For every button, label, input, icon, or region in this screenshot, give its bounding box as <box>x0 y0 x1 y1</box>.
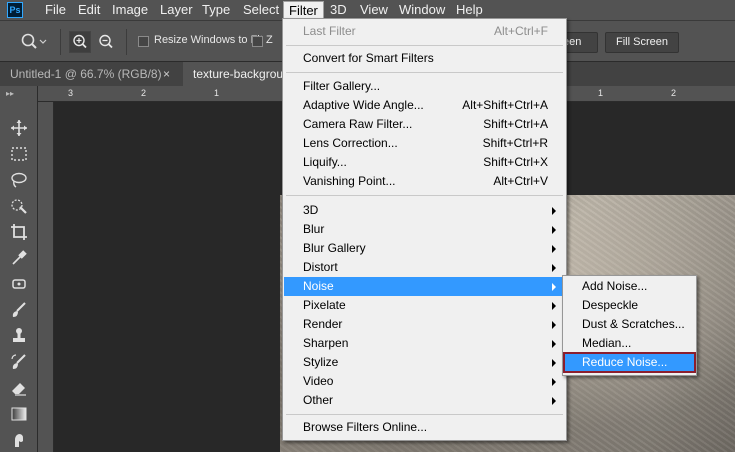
tab-texture-background[interactable]: texture-backgrou <box>183 62 283 86</box>
ruler-number: 2 <box>141 88 147 98</box>
menu-item-stylize[interactable]: Stylize <box>284 353 565 372</box>
ruler-number: 1 <box>214 88 220 98</box>
tools-panel: ▸▸ <box>0 86 38 452</box>
menu-item-blur[interactable]: Blur <box>284 220 565 239</box>
submenu-arrow-icon <box>552 340 556 348</box>
menu-item-other[interactable]: Other <box>284 391 565 410</box>
menu-separator <box>286 72 563 73</box>
options-separator <box>126 29 127 55</box>
menu-select[interactable]: Select <box>238 0 284 20</box>
submenu-arrow-icon <box>552 359 556 367</box>
zoom-out-button[interactable] <box>95 31 117 53</box>
crop-icon[interactable] <box>9 222 29 242</box>
menu-bar: Ps File Edit Image Layer Type Select Fil… <box>0 0 735 20</box>
ruler-number: 3 <box>68 88 74 98</box>
clone-stamp-icon[interactable] <box>9 326 29 346</box>
submenu-item-dust-scratches[interactable]: Dust & Scratches... <box>564 315 695 334</box>
history-brush-icon[interactable] <box>9 352 29 372</box>
resize-windows-checkbox[interactable] <box>138 36 149 47</box>
submenu-arrow-icon <box>552 378 556 386</box>
noise-submenu: Add Noise... Despeckle Dust & Scratches.… <box>562 275 697 376</box>
menu-separator <box>286 45 563 46</box>
eyedropper-icon[interactable] <box>9 248 29 268</box>
submenu-item-add-noise[interactable]: Add Noise... <box>564 277 695 296</box>
menu-item-vanishing-point[interactable]: Vanishing Point... Alt+Ctrl+V <box>284 172 565 191</box>
submenu-arrow-icon <box>552 302 556 310</box>
menu-item-lens-correction[interactable]: Lens Correction... Shift+Ctrl+R <box>284 134 565 153</box>
menu-item-video[interactable]: Video <box>284 372 565 391</box>
zoom-out-icon <box>99 34 113 49</box>
menu-item-camera-raw-filter[interactable]: Camera Raw Filter... Shift+Ctrl+A <box>284 115 565 134</box>
menu-item-noise[interactable]: Noise <box>284 277 565 296</box>
menu-3d[interactable]: 3D <box>325 0 352 20</box>
submenu-arrow-icon <box>552 321 556 329</box>
tab-untitled-1[interactable]: Untitled-1 @ 66.7% (RGB/8) <box>0 62 183 86</box>
vertical-ruler[interactable] <box>38 102 54 452</box>
ruler-number: 1 <box>598 88 604 98</box>
panel-collapse-icon[interactable]: ▸▸ <box>6 89 14 98</box>
menu-type[interactable]: Type <box>197 0 235 20</box>
healing-icon[interactable] <box>9 274 29 294</box>
menu-window[interactable]: Window <box>394 0 450 20</box>
menu-item-liquify[interactable]: Liquify... Shift+Ctrl+X <box>284 153 565 172</box>
resize-windows-label: Resize Windows to Fit <box>154 34 263 46</box>
marquee-icon[interactable] <box>9 144 29 164</box>
menu-separator <box>286 195 563 196</box>
menu-item-distort[interactable]: Distort <box>284 258 565 277</box>
menu-item-blur-gallery[interactable]: Blur Gallery <box>284 239 565 258</box>
menu-edit[interactable]: Edit <box>73 0 105 20</box>
submenu-arrow-icon <box>552 264 556 272</box>
options-separator <box>60 29 61 55</box>
submenu-arrow-icon <box>552 207 556 215</box>
menu-item-adaptive-wide-angle[interactable]: Adaptive Wide Angle... Alt+Shift+Ctrl+A <box>284 96 565 115</box>
brush-icon[interactable] <box>9 300 29 320</box>
submenu-arrow-icon <box>552 283 556 291</box>
menu-separator <box>286 414 563 415</box>
menu-item-browse-filters-online[interactable]: Browse Filters Online... <box>284 418 565 437</box>
close-tab-icon[interactable]: × <box>163 62 170 86</box>
submenu-item-median[interactable]: Median... <box>564 334 695 353</box>
zoom-in-icon <box>73 34 87 49</box>
submenu-arrow-icon <box>552 397 556 405</box>
fill-screen-button[interactable]: Fill Screen <box>605 32 679 53</box>
menu-item-3d[interactable]: 3D <box>284 201 565 220</box>
menu-item-pixelate[interactable]: Pixelate <box>284 296 565 315</box>
zoom-in-button[interactable] <box>69 31 91 53</box>
smudge-icon[interactable] <box>9 430 29 450</box>
menu-item-filter-gallery[interactable]: Filter Gallery... <box>284 77 565 96</box>
eraser-icon[interactable] <box>9 378 29 398</box>
menu-help[interactable]: Help <box>451 0 488 20</box>
gradient-icon[interactable] <box>9 404 29 424</box>
menu-item-sharpen[interactable]: Sharpen <box>284 334 565 353</box>
submenu-item-reduce-noise[interactable]: Reduce Noise... <box>563 352 696 373</box>
menu-item-render[interactable]: Render <box>284 315 565 334</box>
zoom-tool-preset-icon[interactable] <box>20 32 47 52</box>
lasso-icon[interactable] <box>9 170 29 190</box>
submenu-item-despeckle[interactable]: Despeckle <box>564 296 695 315</box>
menu-file[interactable]: File <box>40 0 71 20</box>
quick-select-icon[interactable] <box>9 196 29 216</box>
zoom-all-windows-checkbox[interactable] <box>252 36 263 47</box>
submenu-arrow-icon <box>552 226 556 234</box>
move-icon[interactable] <box>9 118 29 138</box>
photoshop-logo-icon[interactable]: Ps <box>7 2 23 18</box>
menu-item-last-filter[interactable]: Last Filter Alt+Ctrl+F <box>284 22 565 41</box>
menu-view[interactable]: View <box>355 0 393 20</box>
submenu-arrow-icon <box>552 245 556 253</box>
menu-image[interactable]: Image <box>107 0 153 20</box>
ruler-number: 2 <box>671 88 677 98</box>
zoom-all-windows-label: Z <box>266 34 273 46</box>
menu-item-convert-smart-filters[interactable]: Convert for Smart Filters <box>284 49 565 68</box>
menu-layer[interactable]: Layer <box>155 0 198 20</box>
filter-menu: Last Filter Alt+Ctrl+F Convert for Smart… <box>282 18 567 441</box>
